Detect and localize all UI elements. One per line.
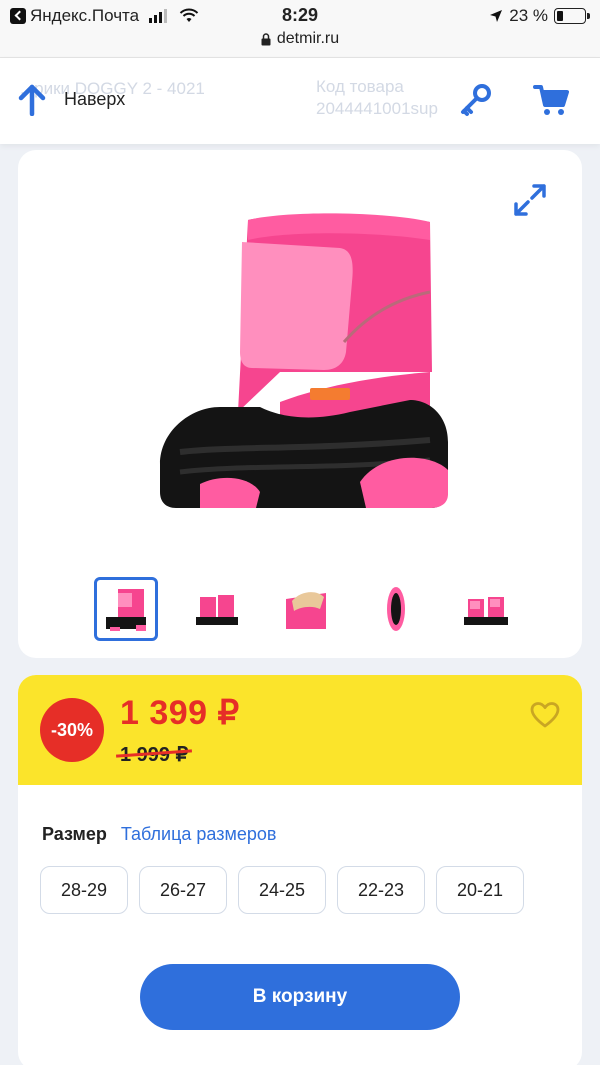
boot-front-thumbnail-icon — [464, 597, 508, 625]
boot-side-thumbnail-icon — [106, 589, 146, 631]
faded-code-label: Код товара — [316, 77, 404, 96]
battery-fill — [557, 11, 563, 21]
add-to-cart-button[interactable]: В корзину — [140, 964, 460, 1030]
thumbnail-strip — [94, 577, 518, 641]
arrow-up-icon[interactable] — [18, 84, 46, 116]
price-block: -30% 1 399 ₽ 1 999 ₽ — [18, 675, 582, 785]
thumbnail-4[interactable] — [364, 577, 428, 641]
location-arrow-icon — [490, 10, 503, 22]
thumbnail-2[interactable] — [184, 577, 248, 641]
boot-pair-thumbnail-icon — [196, 595, 238, 625]
thumbnail-5[interactable] — [454, 577, 518, 641]
heart-icon[interactable] — [530, 701, 560, 729]
status-bar: Яндекс.Почта 8:29 detmir.ru 23 % — [0, 0, 600, 58]
product-gallery — [18, 150, 582, 658]
size-option-22-23[interactable]: 22-23 — [337, 866, 425, 914]
key-icon[interactable] — [458, 82, 494, 118]
size-label: Размер — [42, 824, 107, 844]
faded-product-code: Код товара 2044441001sup — [316, 76, 438, 120]
lock-icon — [261, 32, 271, 45]
thumbnail-3[interactable] — [274, 577, 338, 641]
scroll-to-top-link[interactable]: Наверх — [64, 89, 125, 110]
boot-inside-thumbnail-icon — [286, 592, 326, 629]
address-bar[interactable]: detmir.ru — [0, 30, 600, 48]
current-price: 1 399 ₽ — [120, 694, 240, 732]
size-options: 28-29 26-27 24-25 22-23 20-21 — [40, 866, 524, 914]
cart-icon[interactable] — [532, 82, 570, 118]
battery-icon — [554, 8, 590, 24]
size-option-24-25[interactable]: 24-25 — [238, 866, 326, 914]
size-option-26-27[interactable]: 26-27 — [139, 866, 227, 914]
thumbnail-1[interactable] — [94, 577, 158, 641]
sticky-header: ...рики DOGGY 2 - 4021 Код товара 204444… — [0, 58, 600, 144]
faded-code-value: 2044441001sup — [316, 99, 438, 118]
size-table-link[interactable]: Таблица размеров — [121, 824, 277, 845]
battery-percent: 23 % — [509, 6, 548, 25]
size-header: Размер Таблица размеров — [42, 824, 276, 845]
url-text[interactable]: detmir.ru — [277, 30, 339, 48]
size-option-28-29[interactable]: 28-29 — [40, 866, 128, 914]
boot-sole-thumbnail-icon — [387, 587, 405, 631]
old-price: 1 999 ₽ — [120, 744, 189, 766]
product-main-image[interactable] — [130, 202, 460, 522]
discount-badge: -30% — [40, 698, 104, 762]
purchase-card: -30% 1 399 ₽ 1 999 ₽ Размер Таблица разм… — [18, 675, 582, 1065]
expand-icon[interactable] — [512, 182, 548, 218]
status-right: 23 % — [489, 6, 590, 26]
size-option-20-21[interactable]: 20-21 — [436, 866, 524, 914]
